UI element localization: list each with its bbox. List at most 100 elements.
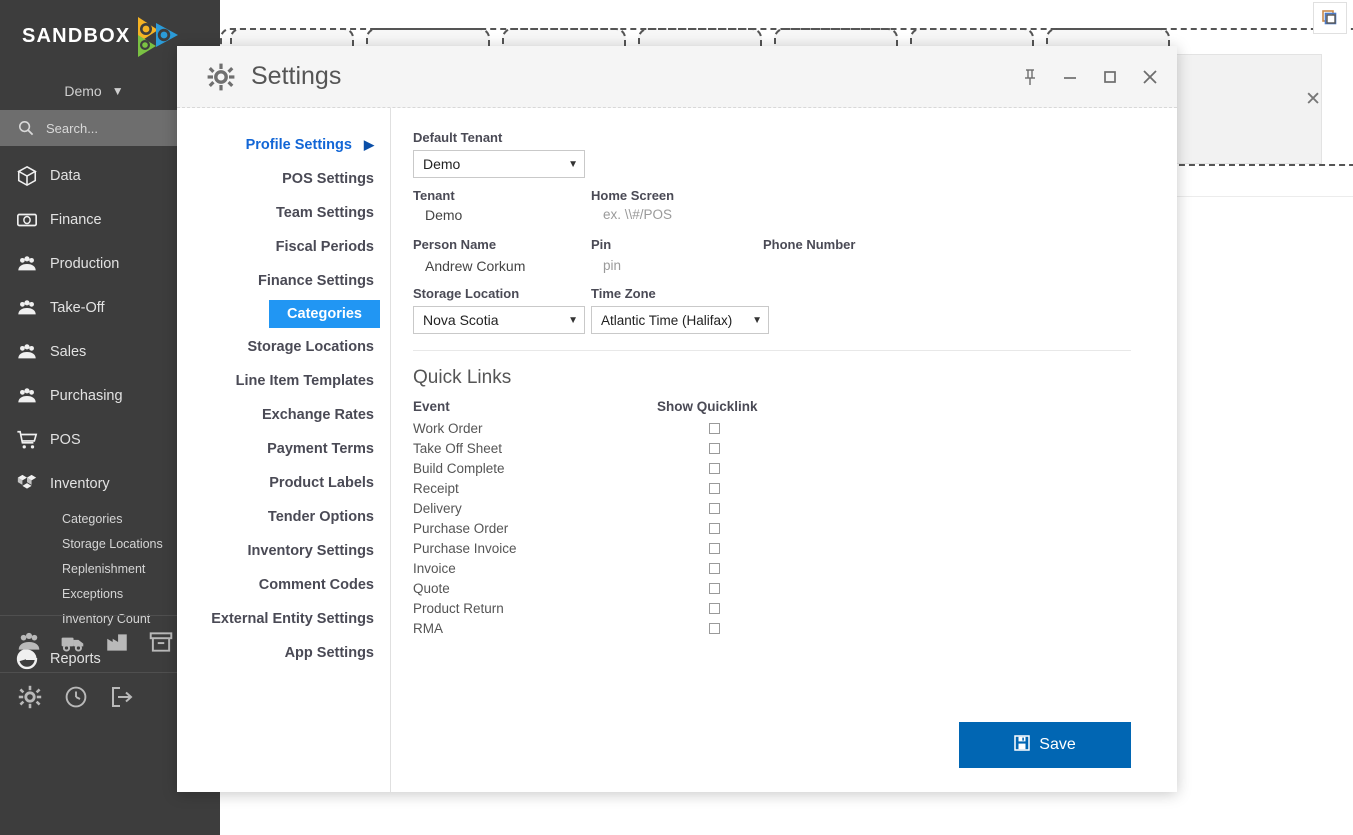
sidebar-item-pos-settings[interactable]: POS Settings: [177, 162, 382, 196]
settings-content: Default Tenant Demo ▼ Tenant Demo Home S…: [391, 108, 1177, 792]
box-icon: [16, 165, 50, 187]
maximize-icon[interactable]: [1097, 64, 1123, 90]
cart-icon: [16, 429, 50, 451]
default-tenant-select[interactable]: Demo ▼: [413, 150, 585, 178]
quicklink-checkbox[interactable]: [708, 622, 720, 634]
window-controls: [1017, 64, 1163, 90]
quicklink-checkbox-cell: [657, 442, 771, 454]
people-icon: [16, 297, 50, 319]
quicklink-checkbox[interactable]: [708, 582, 720, 594]
sidebar-item-label: Data: [50, 168, 81, 184]
phone-number-label: Phone Number: [763, 237, 856, 252]
save-button[interactable]: Save: [959, 722, 1131, 768]
table-row: Take Off Sheet: [413, 438, 1131, 458]
quicklink-event-label: Work Order: [413, 420, 483, 436]
sidebar-item-finance-settings[interactable]: Finance Settings: [177, 264, 382, 298]
table-row: Purchase Invoice: [413, 538, 1131, 558]
table-row: Build Complete: [413, 458, 1131, 478]
sidebar-item-label: Sales: [50, 344, 87, 360]
quicklink-event-label: Take Off Sheet: [413, 440, 503, 456]
quicklink-checkbox-cell: [657, 582, 771, 594]
sidebar-item-profile-settings[interactable]: Profile Settings ▶: [177, 128, 382, 162]
sidebar-item-label: Production: [50, 256, 120, 272]
quicklink-checkbox[interactable]: [708, 502, 720, 514]
quicklink-checkbox[interactable]: [708, 522, 720, 534]
sidebar-item-label: Purchasing: [50, 388, 123, 404]
time-zone-select[interactable]: Atlantic Time (Halifax) ▼: [591, 306, 769, 334]
people-icon[interactable]: [16, 629, 42, 660]
table-row: Work Order: [413, 418, 1131, 438]
sidebar-item-comment-codes[interactable]: Comment Codes: [177, 568, 382, 602]
search-icon: [18, 120, 34, 136]
person-name-input[interactable]: Andrew Corkum: [413, 258, 591, 274]
sidebar-item-team-settings[interactable]: Team Settings: [177, 196, 382, 230]
quicklink-event-label: Build Complete: [413, 460, 505, 476]
quicklink-event-label: Receipt: [413, 480, 459, 496]
quicklink-checkbox-cell: [657, 522, 771, 534]
sidebar-item-categories[interactable]: Categories: [269, 300, 380, 328]
save-label: Save: [1039, 736, 1076, 753]
quicklink-checkbox[interactable]: [708, 482, 720, 494]
minimize-icon[interactable]: [1057, 64, 1083, 90]
gear-icon[interactable]: [18, 685, 42, 714]
sidebar-item-exchange-rates[interactable]: Exchange Rates: [177, 398, 382, 432]
people-icon: [16, 341, 50, 363]
pin-input[interactable]: pin: [591, 258, 763, 273]
table-row: Quote: [413, 578, 1131, 598]
truck-icon[interactable]: [60, 629, 86, 660]
quicklink-checkbox[interactable]: [708, 442, 720, 454]
restore-windows-icon[interactable]: [1313, 2, 1347, 34]
quicklink-checkbox[interactable]: [708, 562, 720, 574]
home-screen-input[interactable]: ex. \\#/POS: [591, 207, 763, 222]
clock-icon[interactable]: [64, 685, 88, 714]
quick-links-title: Quick Links: [413, 367, 512, 388]
save-disk-icon: [1014, 734, 1031, 756]
default-tenant-value: Demo: [423, 156, 461, 172]
table-row: Delivery: [413, 498, 1131, 518]
tenant-value: Demo: [425, 207, 463, 223]
quicklink-checkbox[interactable]: [708, 542, 720, 554]
archive-icon[interactable]: [148, 629, 174, 660]
sidebar-item-storage-locations[interactable]: Storage Locations: [177, 330, 382, 364]
quick-links-table: Work Order Take Off Sheet Build Complete Re…: [413, 418, 1131, 638]
boxes-icon: [16, 473, 50, 495]
quicklink-checkbox[interactable]: [708, 462, 720, 474]
quicklink-checkbox[interactable]: [708, 602, 720, 614]
chevron-down-icon: ▼: [111, 84, 124, 98]
sidebar-item-label: Take-Off: [50, 300, 105, 316]
dialog-title-bar: Settings: [177, 46, 1177, 108]
section-divider: [413, 350, 1131, 351]
pin-icon[interactable]: [1017, 64, 1043, 90]
search-placeholder: Search...: [46, 120, 99, 136]
profile-form: Default Tenant Demo ▼ Tenant Demo Home S…: [413, 130, 1131, 351]
tenant-label: Demo: [64, 83, 102, 99]
sidebar-item-inventory-settings[interactable]: Inventory Settings: [177, 534, 382, 568]
close-icon[interactable]: [1137, 64, 1163, 90]
factory-icon[interactable]: [104, 629, 130, 660]
table-row: Receipt: [413, 478, 1131, 498]
logo-text: SANDBOX: [22, 24, 131, 47]
quicklink-event-label: Purchase Invoice: [413, 540, 517, 556]
storage-location-select[interactable]: Nova Scotia ▼: [413, 306, 585, 334]
storage-location-label: Storage Location: [413, 286, 520, 301]
caret-down-icon: ▼: [568, 314, 578, 326]
sidebar-item-label: Inventory: [50, 476, 110, 492]
money-icon: [16, 209, 50, 231]
caret-down-icon: ▼: [568, 158, 578, 170]
quicklink-event-label: Invoice: [413, 560, 456, 576]
sidebar-item-payment-terms[interactable]: Payment Terms: [177, 432, 382, 466]
sidebar-item-fiscal-periods[interactable]: Fiscal Periods: [177, 230, 382, 264]
quicklink-event-label: RMA: [413, 620, 443, 636]
quick-links-header: Event Show Quicklink: [413, 399, 1131, 414]
sidebar-item-app-settings[interactable]: App Settings: [177, 636, 382, 670]
sidebar-item-line-item-templates[interactable]: Line Item Templates: [177, 364, 382, 398]
sidebar-item-product-labels[interactable]: Product Labels: [177, 466, 382, 500]
quicklink-checkbox[interactable]: [708, 422, 720, 434]
logout-icon[interactable]: [110, 685, 134, 714]
caret-down-icon: ▼: [752, 314, 762, 326]
close-icon[interactable]: ✕: [1305, 88, 1321, 111]
sidebar-item-external-entity-settings[interactable]: External Entity Settings: [177, 602, 382, 636]
default-tenant-label: Default Tenant: [413, 130, 503, 145]
sidebar-item-tender-options[interactable]: Tender Options: [177, 500, 382, 534]
table-row: RMA: [413, 618, 1131, 638]
